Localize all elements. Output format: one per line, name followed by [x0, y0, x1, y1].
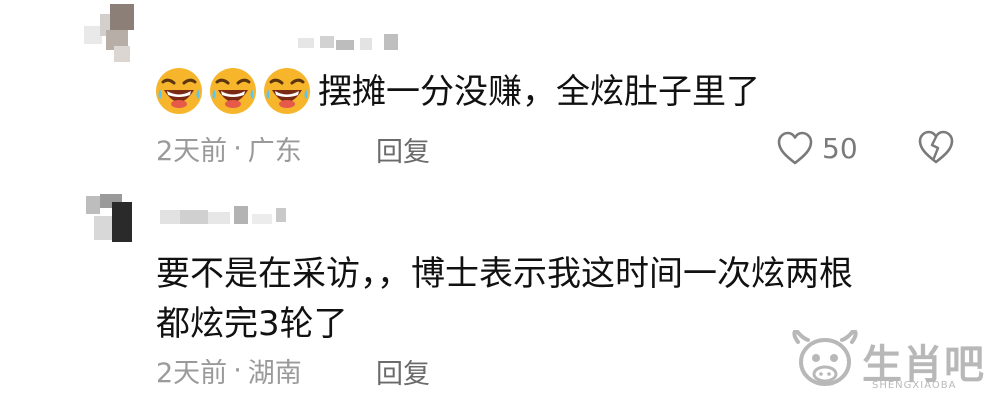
- comment-location: 湖南: [247, 357, 302, 389]
- laughing-crying-emoji-icon: [156, 68, 202, 114]
- comment-location: 广东: [247, 135, 302, 167]
- comment-text-line: 要不是在采访，，博士表示我这时间一次炫两根: [156, 254, 853, 294]
- meta-separator: ·: [233, 132, 242, 164]
- avatar[interactable]: [84, 4, 136, 64]
- emoji-group: [154, 66, 312, 118]
- like-button[interactable]: 50: [776, 126, 858, 170]
- divider: [0, 190, 999, 191]
- comment-feed: 摆摊一分没赚，全炫肚子里了 2天前 · 广东 回复 50 要不是在采访，，博士表…: [0, 0, 999, 410]
- avatar[interactable]: [86, 192, 138, 246]
- like-count: 50: [822, 131, 858, 165]
- watermark-subtitle: SHENGXIAOBA: [872, 380, 957, 391]
- comment-meta: 2天前 · 湖南: [156, 350, 302, 390]
- ox-logo-icon: [792, 330, 858, 386]
- watermark-logo: 生肖吧 SHENGXIAOBA: [790, 330, 990, 400]
- comment-time: 2天前: [156, 357, 228, 389]
- comment-text-line: 都炫完3轮了: [156, 304, 348, 344]
- username-blurred[interactable]: [160, 206, 288, 228]
- dislike-button[interactable]: [916, 128, 956, 170]
- comment-text: 摆摊一分没赚，全炫肚子里了: [318, 72, 760, 112]
- laughing-crying-emoji-icon: [210, 68, 256, 114]
- broken-heart-icon: [918, 130, 954, 164]
- comment-meta: 2天前 · 广东: [156, 128, 302, 168]
- heart-outline-icon: [777, 131, 813, 165]
- laughing-crying-emoji-icon: [264, 68, 310, 114]
- meta-separator: ·: [233, 354, 242, 386]
- username-blurred[interactable]: [298, 32, 408, 52]
- comment-time: 2天前: [156, 135, 228, 167]
- reply-button[interactable]: 回复: [376, 130, 430, 169]
- reply-button[interactable]: 回复: [376, 352, 430, 391]
